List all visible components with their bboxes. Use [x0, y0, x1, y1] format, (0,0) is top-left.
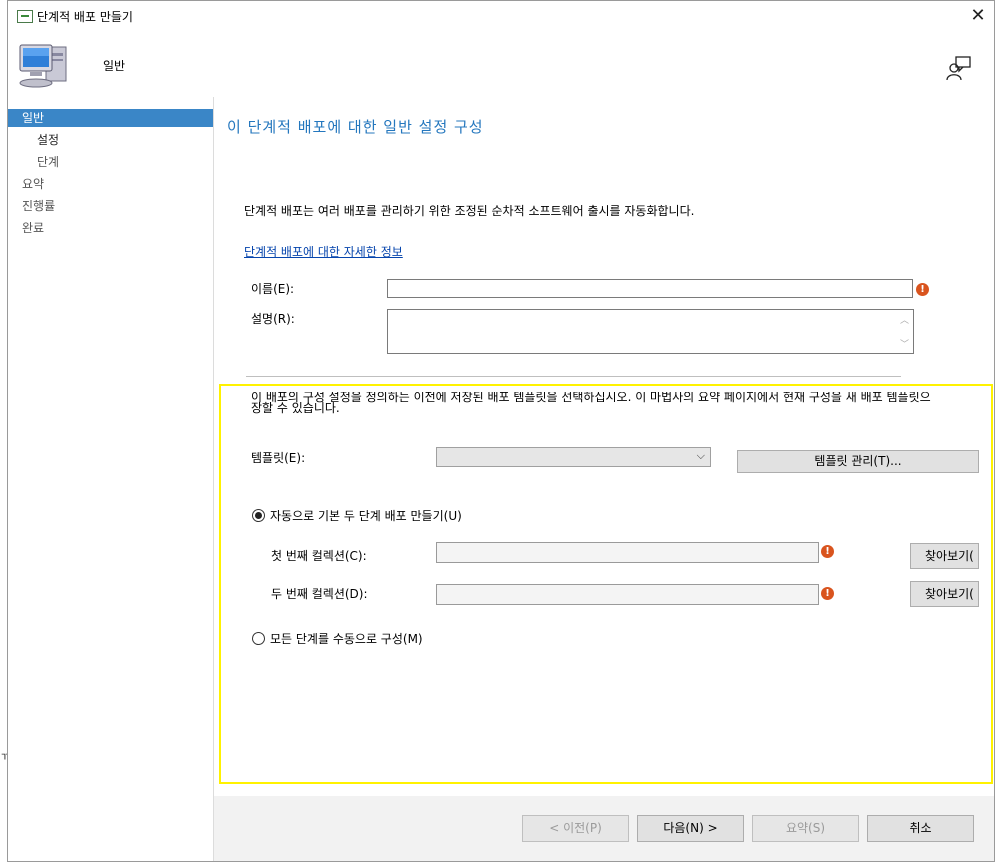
nav-item-settings[interactable]: 설정 [8, 131, 213, 149]
more-info-link[interactable]: 단계적 배포에 대한 자세한 정보 [244, 243, 403, 260]
scroll-down-icon[interactable]: ﹀ [900, 337, 909, 350]
window-title: 단계적 배포 만들기 [37, 10, 133, 24]
page-description: 단계적 배포는 여러 배포를 관리하기 위한 조정된 순차적 소프트웨어 출시를… [244, 204, 695, 218]
cancel-button[interactable]: 취소 [867, 815, 974, 842]
title-bar: 단계적 배포 만들기 ✕ [8, 1, 994, 31]
browse-first-button[interactable]: 찾아보기( [910, 543, 979, 569]
page-title: 이 단계적 배포에 대한 일반 설정 구성 [227, 118, 484, 136]
name-label: 이름(E): [251, 282, 295, 296]
error-icon: ! [821, 587, 834, 600]
summary-button[interactable]: 요약(S) [752, 815, 859, 842]
manual-option-radio[interactable] [252, 632, 265, 645]
nav-item-completion[interactable]: 완료 [8, 219, 213, 237]
computer-icon [19, 44, 67, 88]
nav-item-summary[interactable]: 요약 [8, 175, 213, 193]
description-label: 설명(R): [251, 312, 295, 326]
nav-item-general[interactable]: 일반 [8, 109, 213, 127]
browse-second-button[interactable]: 찾아보기( [910, 581, 979, 607]
template-info-line1: 이 배포의 구성 설정을 정의하는 이전에 저장된 배포 템플릿을 선택하십시오… [251, 392, 931, 404]
first-collection-input[interactable] [436, 542, 819, 563]
manage-templates-button[interactable]: 템플릿 관리(T)... [737, 450, 979, 473]
header-title: 일반 [103, 59, 126, 73]
description-field[interactable]: ︿ ﹀ [387, 309, 914, 354]
wizard-header: 일반 [8, 31, 994, 97]
error-icon: ! [916, 283, 929, 296]
nav-item-phases[interactable]: 단계 [8, 153, 213, 171]
first-collection-label: 첫 번째 컬렉션(C): [271, 549, 367, 563]
second-collection-input[interactable] [436, 584, 819, 605]
previous-button[interactable]: < 이전(P) [522, 815, 629, 842]
scroll-up-icon[interactable]: ︿ [900, 313, 909, 326]
auto-option-radio[interactable] [252, 509, 265, 522]
chevron-down-icon: ⌵ [696, 449, 705, 462]
description-scrollbar[interactable]: ︿ ﹀ [896, 310, 913, 353]
template-info-line2: 장할 수 있습니다. [251, 401, 340, 414]
second-collection-label: 두 번째 컬렉션(D): [271, 587, 368, 601]
nav-item-progress[interactable]: 진행률 [8, 197, 213, 215]
next-button[interactable]: 다음(N) > [637, 815, 744, 842]
error-icon: ! [821, 545, 834, 558]
template-label: 템플릿(E): [251, 451, 306, 465]
close-icon[interactable]: ✕ [966, 4, 990, 28]
section-divider [246, 376, 901, 377]
template-info: 이 배포의 구성 설정을 정의하는 이전에 저장된 배포 템플릿을 선택하십시오… [251, 392, 980, 414]
wizard-window-icon [17, 10, 33, 23]
user-feedback-icon[interactable] [945, 55, 973, 81]
template-dropdown[interactable]: ⌵ [436, 447, 711, 467]
manual-option-label[interactable]: 모든 단계를 수동으로 구성(M) [270, 630, 423, 647]
auto-option-label[interactable]: 자동으로 기본 두 단계 배포 만들기(U) [270, 507, 462, 524]
wizard-nav: 일반 설정 단계 요약 진행률 완료 [8, 97, 214, 861]
name-input[interactable] [387, 279, 913, 298]
